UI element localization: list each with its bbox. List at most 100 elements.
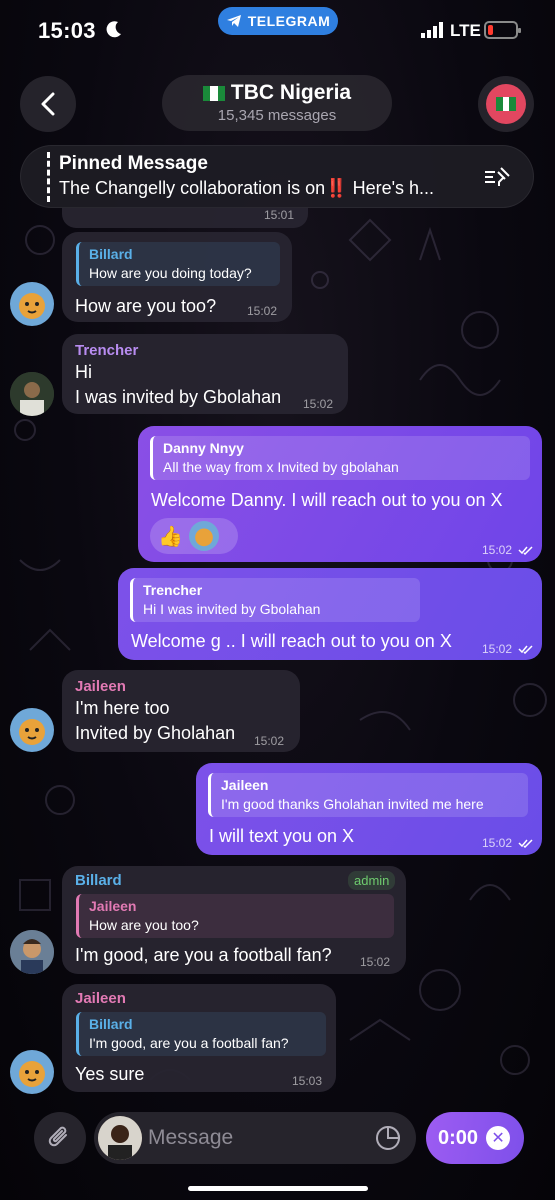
message-text: Welcome g .. I will reach out to you on …: [131, 631, 452, 651]
pinned-message-bar[interactable]: Pinned Message The Changelly collaborati…: [20, 145, 534, 208]
reply-quote[interactable]: Danny Nnyy All the way from x Invited by…: [150, 436, 530, 480]
pinned-title: Pinned Message: [59, 153, 208, 174]
close-icon[interactable]: ✕: [486, 1126, 511, 1150]
paperclip-icon: [48, 1126, 67, 1147]
status-time: 15:03: [38, 18, 96, 43]
reply-text: All the way from x Invited by gbolahan: [163, 459, 399, 475]
reply-text: How are you too?: [89, 917, 199, 933]
avatar[interactable]: [10, 930, 54, 974]
group-avatar: [486, 84, 526, 124]
sender-name: Jaileen: [75, 678, 126, 695]
message-time: 15:02: [482, 642, 513, 656]
read-checks-icon: [518, 839, 533, 848]
tiger-avatar-icon: [19, 1061, 45, 1087]
read-checks-icon: [518, 546, 533, 555]
reaction-emoji: 👍: [158, 525, 183, 548]
message-text: I'm good, are you a football fan?: [75, 945, 332, 965]
network-type: LTE: [450, 21, 481, 40]
chat-title: TBC Nigeria: [230, 81, 352, 104]
user-photo-icon: [98, 1116, 142, 1160]
pinned-indicator: [47, 152, 50, 202]
message-bubble[interactable]: Billard How are you doing today? How are…: [62, 232, 292, 322]
sender-name: Jaileen: [75, 990, 126, 1007]
message-text: Yes sure: [75, 1064, 145, 1084]
message-text: Welcome Danny. I will reach out to you o…: [151, 490, 503, 510]
reply-quote[interactable]: Jaileen I'm good thanks Gholahan invited…: [208, 773, 528, 817]
message-time: 15:02: [482, 836, 513, 850]
reply-sender: Trencher: [143, 582, 203, 598]
message-text: Hi: [75, 362, 92, 382]
tiger-avatar-icon: [19, 719, 45, 745]
message-bubble[interactable]: Billard admin Jaileen How are you too? I…: [62, 866, 406, 974]
reply-text: Hi I was invited by Gbolahan: [143, 601, 321, 617]
telegram-pill[interactable]: TELEGRAM: [218, 7, 338, 35]
chat-screen: 15:03 TELEGRAM LTE TBC Nigeria 15,345 me…: [0, 0, 555, 1200]
user-photo-icon: [10, 372, 54, 416]
reply-sender: Danny Nnyy: [163, 440, 244, 456]
avatar[interactable]: [10, 1050, 54, 1094]
message-bubble[interactable]: Jaileen I'm here too Invited by Gholahan…: [62, 670, 300, 752]
message-time: 15:02: [254, 734, 285, 748]
nigeria-flag-icon: [202, 85, 225, 101]
admin-badge: admin: [348, 871, 396, 890]
pinned-text: The Changelly collaboration is on‼️ Here…: [59, 178, 435, 198]
avatar[interactable]: [10, 372, 54, 416]
reply-sender: Billard: [89, 1016, 133, 1032]
message-text: How are you too?: [75, 296, 217, 316]
message-time: 15:02: [482, 543, 513, 557]
sticker-icon[interactable]: [374, 1124, 402, 1152]
tiger-avatar-icon: [19, 293, 45, 319]
reaction-chip[interactable]: 👍: [150, 518, 238, 554]
message-time: 15:03: [292, 1074, 323, 1088]
message-composer[interactable]: [94, 1112, 416, 1164]
chevron-left-icon: [41, 92, 55, 116]
moon-icon: [106, 21, 121, 38]
avatar[interactable]: [10, 282, 54, 326]
read-checks-icon: [518, 645, 533, 654]
reactor-avatar: [188, 521, 219, 551]
reply-text: I'm good, are you a football fan?: [89, 1035, 289, 1051]
nigeria-flag-icon: [496, 97, 517, 111]
message-text: Invited by Gholahan: [75, 723, 236, 743]
message-text: I was invited by Gbolahan: [75, 387, 282, 407]
home-indicator[interactable]: [188, 1186, 368, 1191]
signal-icon: [421, 22, 443, 38]
avatar[interactable]: [10, 708, 54, 752]
message-bubble[interactable]: Jaileen Billard I'm good, are you a foot…: [62, 984, 336, 1092]
sender-name: Trencher: [75, 342, 139, 359]
message-bubble-partial[interactable]: 15:01: [62, 208, 308, 228]
reply-quote[interactable]: Billard How are you doing today?: [76, 242, 280, 286]
sender-name: Billard: [75, 872, 122, 889]
back-button[interactable]: [20, 76, 76, 132]
telegram-plane-icon: [226, 15, 241, 27]
message-text: I will text you on X: [209, 826, 355, 846]
my-avatar[interactable]: [98, 1116, 142, 1160]
cartoon-avatar-icon: [10, 930, 54, 974]
reply-sender: Billard: [89, 246, 133, 262]
message-input[interactable]: [148, 1124, 368, 1152]
message-bubble-outgoing[interactable]: Danny Nnyy All the way from x Invited by…: [138, 426, 542, 562]
message-bubble-outgoing[interactable]: Trencher Hi I was invited by Gbolahan We…: [118, 568, 542, 660]
reply-quote[interactable]: Trencher Hi I was invited by Gbolahan: [130, 578, 420, 622]
message-bubble[interactable]: Trencher Hi I was invited by Gbolahan 15…: [62, 334, 348, 414]
battery-icon: [484, 21, 521, 39]
message-time: 15:02: [360, 955, 391, 969]
message-text: I'm here too: [75, 698, 170, 718]
reply-text: I'm good thanks Gholahan invited me here: [221, 796, 484, 812]
message-count: 15,345 messages: [217, 107, 337, 124]
message-bubble-outgoing[interactable]: Jaileen I'm good thanks Gholahan invited…: [196, 763, 542, 855]
message-time: 15:02: [247, 304, 278, 318]
group-avatar-button[interactable]: [478, 76, 534, 132]
chat-title-pill[interactable]: TBC Nigeria 15,345 messages: [162, 75, 392, 131]
reply-quote[interactable]: Billard I'm good, are you a football fan…: [76, 1012, 326, 1056]
voice-record-button[interactable]: 0:00 ✕: [426, 1112, 524, 1164]
reply-sender: Jaileen: [221, 777, 269, 793]
message-time: 15:01: [264, 208, 295, 222]
attach-button[interactable]: [34, 1112, 86, 1164]
reply-text: How are you doing today?: [89, 265, 252, 281]
telegram-pill-label: TELEGRAM: [247, 13, 331, 29]
pinned-list-icon[interactable]: [483, 166, 511, 188]
reply-quote[interactable]: Jaileen How are you too?: [76, 894, 394, 938]
record-timer: 0:00: [438, 1126, 479, 1149]
message-time: 15:02: [303, 397, 334, 411]
